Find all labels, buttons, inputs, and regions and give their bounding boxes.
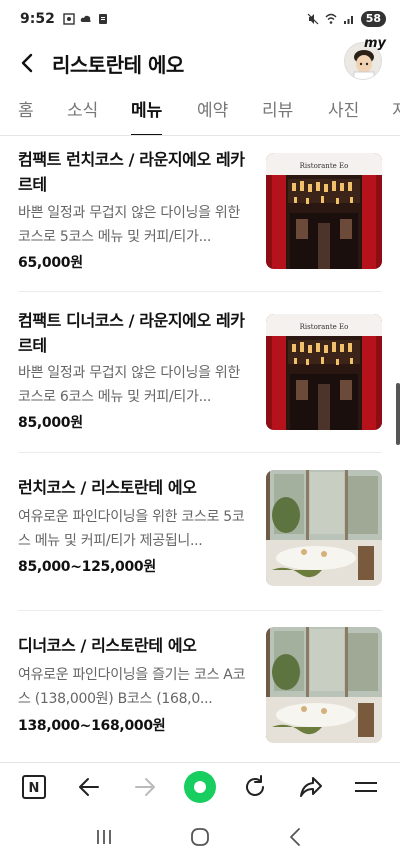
tab-bar: 홈 소식 메뉴 예약 리뷰 사진 지 — [0, 88, 400, 136]
tab-map[interactable]: 지 — [392, 88, 400, 135]
menu-item[interactable]: 컴팩트 런치코스 / 라운지에오 레카르테 바쁜 일정과 무겁지 않은 다이닝을… — [0, 137, 400, 292]
menu-item-price: 85,000원 — [18, 415, 83, 431]
menu-item-name: 디너코스 / 리스토란테 에오 — [18, 636, 197, 655]
menu-item[interactable]: 런치코스 / 리스토란테 에오 여유로운 파인다이닝을 위한 코스로 5코스 메… — [0, 453, 400, 611]
menu-item-image[interactable]: Ristorante Eo — [266, 153, 382, 269]
menu-item-name: 컴팩트 런치코스 / 라운지에오 레카르테 — [18, 150, 245, 194]
tab-photos[interactable]: 사진 — [328, 88, 359, 135]
menu-item-image[interactable]: Ristorante Eo — [266, 314, 382, 430]
browser-toolbar: N — [0, 762, 400, 810]
chevron-left-icon — [21, 53, 33, 73]
scrollbar[interactable] — [396, 383, 400, 445]
back-nav-button[interactable] — [67, 765, 111, 809]
wifi-icon — [325, 13, 337, 24]
tab-reviews[interactable]: 리뷰 — [262, 88, 293, 135]
recent-apps-icon — [96, 829, 111, 844]
header: 리스토란테 에오 my — [0, 36, 400, 88]
arrow-right-icon — [134, 777, 155, 796]
system-back-button[interactable] — [285, 826, 307, 852]
green-dot-button[interactable] — [178, 765, 222, 809]
refresh-button[interactable] — [233, 765, 277, 809]
menu-item-description: 바쁜 일정과 무겁지 않은 다이닝을 위한 코스로 5코스 메뉴 및 커피/티가… — [18, 205, 241, 245]
tab-home[interactable]: 홈 — [18, 88, 34, 135]
green-dot-icon — [183, 770, 216, 803]
share-icon — [299, 776, 322, 797]
clipboard-icon — [98, 14, 107, 24]
signal-icon — [343, 16, 353, 24]
tab-news[interactable]: 소식 — [67, 88, 98, 135]
system-nav-bar — [0, 810, 400, 867]
status-notification-icons — [63, 13, 109, 25]
screenshot-icon — [63, 13, 75, 25]
sign-text: Ristorante Eo — [300, 162, 349, 170]
my-label: my — [363, 36, 386, 51]
naver-n-icon: N — [21, 774, 46, 799]
status-bar: 9:52 58 — [0, 0, 400, 38]
refresh-icon — [246, 774, 265, 796]
tab-reservation[interactable]: 예약 — [197, 88, 228, 135]
menu-item-name: 런치코스 / 리스토란테 에오 — [18, 478, 197, 497]
battery-level: 58 — [360, 11, 386, 27]
page-title: 리스토란테 에오 — [52, 52, 184, 77]
menu-item-description: 바쁜 일정과 무겁지 않은 다이닝을 위한 코스로 6코스 메뉴 및 커피/티가… — [18, 365, 241, 405]
sign-text: Ristorante Eo — [300, 323, 349, 331]
forward-nav-button[interactable] — [123, 765, 167, 809]
hamburger-icon — [355, 781, 378, 792]
menu-item-description: 여유로운 파인다이닝을 즐기는 코스 A코스 (138,000원) B코스 (1… — [18, 667, 246, 707]
menu-item-image[interactable] — [266, 627, 382, 743]
menu-item-description: 여유로운 파인다이닝을 위한 코스로 5코스 메뉴 및 커피/티가 제공됩니..… — [18, 509, 245, 549]
cloud-icon — [80, 15, 91, 22]
menu-button[interactable] — [344, 765, 388, 809]
menu-item[interactable]: 컴팩트 디너코스 / 라운지에오 레카르테 바쁜 일정과 무겁지 않은 다이닝을… — [0, 292, 400, 453]
mute-icon — [307, 13, 319, 25]
lounge-photo-icon: Ristorante Eo — [266, 314, 382, 430]
menu-item-image[interactable] — [266, 470, 382, 586]
lounge-photo-icon: Ristorante Eo — [266, 153, 382, 269]
home-button[interactable] — [188, 825, 212, 853]
dining-room-photo-icon — [266, 470, 382, 586]
back-chevron-icon — [290, 827, 301, 846]
menu-item-price: 138,000~168,000원 — [18, 718, 166, 734]
tab-menu[interactable]: 메뉴 — [131, 88, 163, 135]
menu-item-price: 85,000~125,000원 — [18, 559, 156, 575]
share-button[interactable] — [289, 765, 333, 809]
recent-apps-button[interactable] — [93, 826, 115, 852]
menu-item-price: 65,000원 — [18, 255, 83, 271]
back-button[interactable] — [8, 43, 48, 83]
status-time: 9:52 — [20, 11, 55, 27]
home-circle-icon — [191, 827, 209, 846]
arrow-left-icon — [79, 777, 100, 796]
status-system-icons: 58 — [307, 11, 386, 27]
menu-item[interactable]: 디너코스 / 리스토란테 에오 여유로운 파인다이닝을 즐기는 코스 A코스 (… — [0, 611, 400, 762]
svg-text:N: N — [28, 781, 39, 796]
menu-list: 컴팩트 런치코스 / 라운지에오 레카르테 바쁜 일정과 무겁지 않은 다이닝을… — [0, 137, 400, 762]
dining-room-photo-icon — [266, 627, 382, 743]
naver-home-button[interactable]: N — [12, 765, 56, 809]
menu-item-name: 컴팩트 디너코스 / 라운지에오 레카르테 — [18, 311, 245, 355]
